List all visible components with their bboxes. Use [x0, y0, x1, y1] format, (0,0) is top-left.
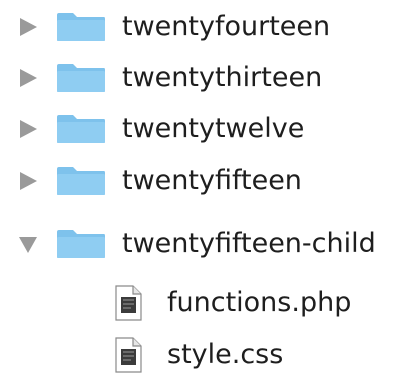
- tree-row-twentyfifteen[interactable]: twentyfifteen: [0, 158, 413, 210]
- tree-row-twentyfourteen[interactable]: twentyfourteen: [0, 4, 413, 56]
- folder-icon: [56, 166, 106, 196]
- folder-icon: [56, 114, 106, 144]
- tree-row-twentytwelve[interactable]: twentytwelve: [0, 106, 413, 158]
- tree-item-label: twentytwelve: [122, 113, 305, 144]
- tree-item-label: functions.php: [167, 287, 352, 318]
- folder-icon: [56, 63, 106, 93]
- folder-icon: [56, 12, 106, 42]
- tree-item-label: twentythirteen: [122, 62, 323, 93]
- tree-row-functions-php[interactable]: functions.php: [0, 280, 413, 332]
- document-icon: [114, 285, 142, 321]
- tree-row-style-css[interactable]: style.css: [0, 332, 413, 384]
- tree-item-label: style.css: [167, 339, 284, 370]
- tree-item-label: twentyfifteen: [122, 165, 302, 196]
- folder-icon: [56, 229, 106, 259]
- tree-row-twentyfifteen-child[interactable]: twentyfifteen-child: [0, 221, 413, 273]
- disclosure-triangle-right-icon[interactable]: [17, 118, 39, 140]
- disclosure-triangle-right-icon[interactable]: [17, 16, 39, 38]
- tree-row-twentythirteen[interactable]: twentythirteen: [0, 55, 413, 107]
- tree-item-label: twentyfourteen: [122, 11, 331, 42]
- file-tree: twentyfourteen twentythirteen twentytwel…: [0, 0, 413, 386]
- tree-item-label: twentyfifteen-child: [122, 228, 376, 259]
- disclosure-triangle-right-icon[interactable]: [17, 67, 39, 89]
- disclosure-triangle-right-icon[interactable]: [17, 170, 39, 192]
- disclosure-triangle-down-icon[interactable]: [17, 233, 39, 255]
- document-icon: [114, 337, 142, 373]
